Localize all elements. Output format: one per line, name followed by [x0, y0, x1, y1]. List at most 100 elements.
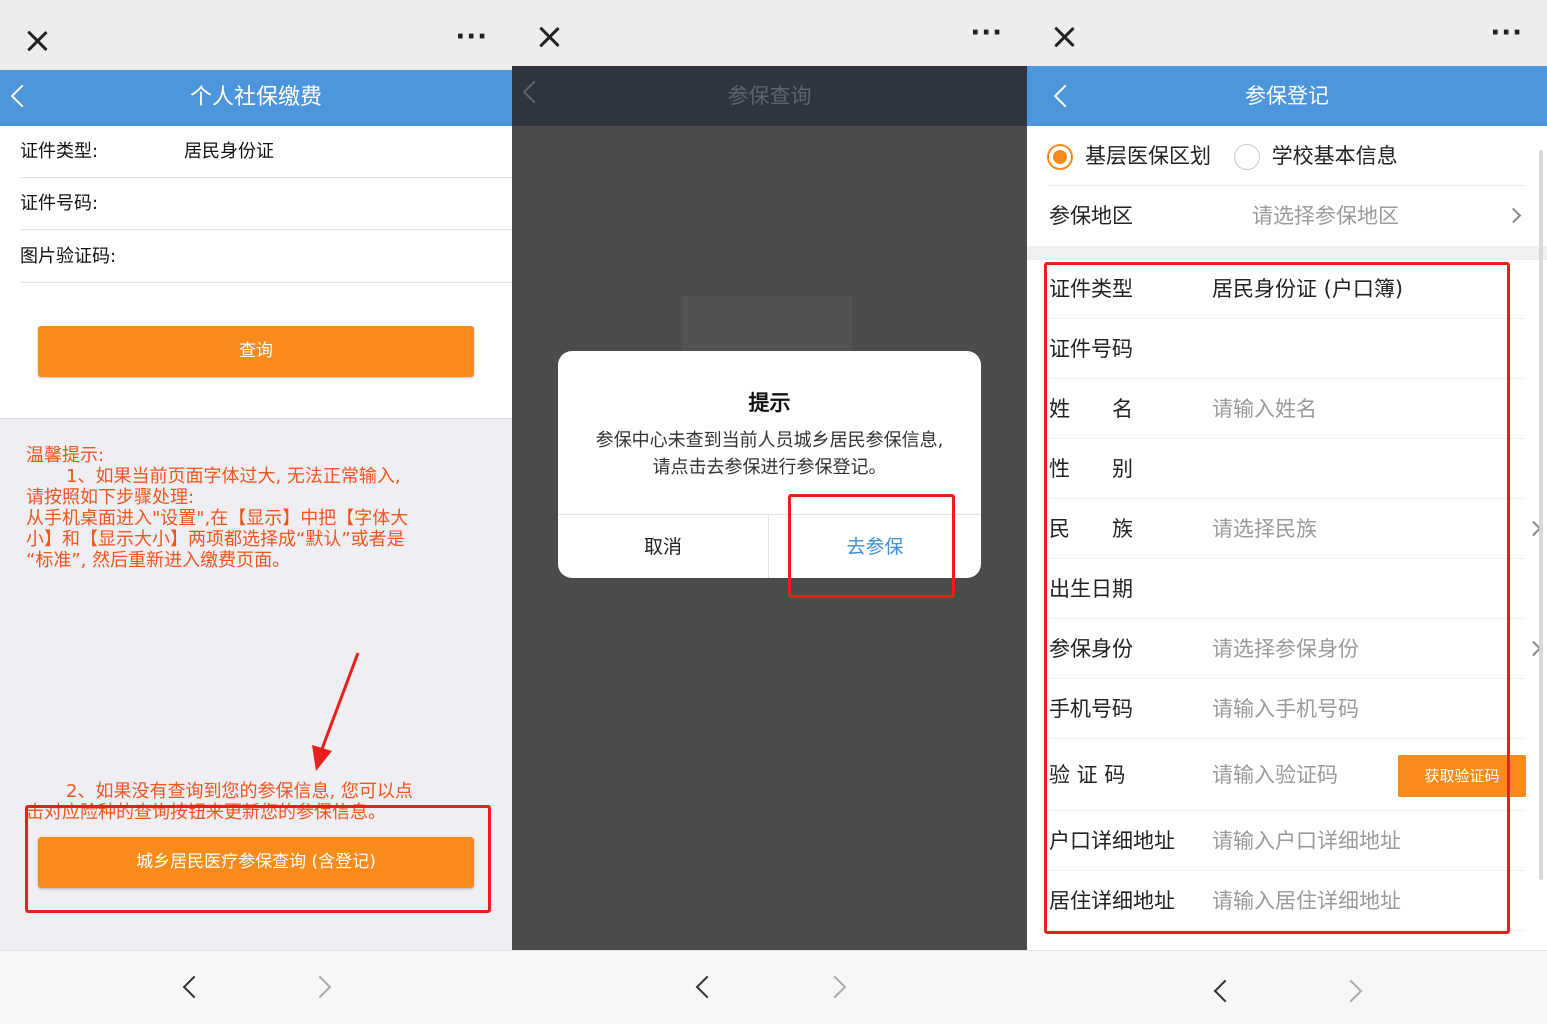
id-type-value[interactable]: 居民身份证 (户口簿) [1212, 259, 1403, 319]
field-birth-date[interactable]: 出生日期 [1049, 559, 1525, 619]
page-title: 参保查询 [727, 84, 812, 108]
identity-select[interactable]: 请选择参保身份 [1212, 619, 1359, 679]
field-label: 证件号码 [1049, 337, 1133, 361]
chevron-left-icon[interactable] [182, 975, 206, 999]
cancel-button[interactable]: 取消 [558, 515, 769, 578]
field-label: 证件类型: [20, 141, 99, 162]
household-address-input[interactable]: 请输入户口详细地址 [1212, 811, 1401, 871]
dialog-message: 参保中心未查到当前人员城乡居民参保信息, 请点击去参保进行参保登记。 [595, 430, 944, 478]
tip-line: 2、如果没有查询到您的参保信息, 您可以点 [66, 781, 413, 802]
chevron-right-icon[interactable] [308, 975, 332, 999]
nav-bar-dimmed: 参保查询 [512, 66, 1027, 126]
page-title: 参保登记 [1245, 84, 1329, 108]
field-phone[interactable]: 手机号码 请输入手机号码 [1049, 679, 1525, 739]
field-captcha[interactable]: 图片验证码: [20, 231, 512, 283]
window-topbar: ··· [1027, 0, 1547, 66]
residence-address-input[interactable]: 请输入居住详细地址 [1212, 871, 1401, 931]
field-id-number[interactable]: 证件号码: [20, 178, 512, 230]
radio-label: 基层医保区划 [1085, 144, 1211, 168]
section-divider [1027, 246, 1547, 260]
field-label: 居住详细地址 [1049, 889, 1175, 913]
page-title: 个人社保缴费 [189, 85, 322, 110]
field-household-address[interactable]: 户口详细地址 请输入户口详细地址 [1049, 811, 1525, 871]
tip-line: 1、如果当前页面字体过大, 无法正常输入, [66, 466, 401, 487]
radio-option-school[interactable]: 学校基本信息 [1233, 144, 1398, 170]
chevron-left-icon [522, 80, 546, 104]
chevron-left-icon[interactable] [1213, 979, 1237, 1003]
tip-line: 从手机桌面进入"设置",在【显示】中把【字体大 [26, 508, 409, 529]
field-label: 民 族 [1049, 517, 1133, 541]
radio-unchecked-icon[interactable] [1233, 144, 1260, 170]
field-label: 验 证 码 [1049, 763, 1126, 787]
field-name[interactable]: 姓 名 请输入姓名 [1049, 379, 1525, 439]
field-label: 证件类型 [1049, 277, 1133, 301]
field-verify-code[interactable]: 验 证 码 请输入验证码 获取验证码 [1049, 739, 1526, 811]
medical-insurance-query-button[interactable]: 城乡居民医疗参保查询 (含登记) [38, 837, 474, 888]
field-label: 性 别 [1049, 457, 1133, 481]
tip-line: 温馨提示: [26, 445, 105, 466]
radio-group: 基层医保区划 学校基本信息 [1047, 126, 1525, 186]
chevron-right-icon[interactable] [1339, 979, 1363, 1003]
close-icon[interactable] [26, 30, 48, 52]
scrollbar[interactable] [1539, 150, 1543, 880]
field-id-number[interactable]: 证件号码 [1049, 319, 1525, 379]
field-label: 证件号码: [20, 193, 99, 214]
tips-area: 温馨提示: 1、如果当前页面字体过大, 无法正常输入, 请按照如下步骤处理: 从… [0, 418, 512, 950]
nav-bar: 参保登记 [1027, 66, 1547, 126]
ethnicity-select[interactable]: 请选择民族 [1212, 499, 1317, 559]
radio-label: 学校基本信息 [1271, 144, 1398, 168]
dialog-buttons: 取消 去参保 [558, 514, 981, 578]
dialog-title: 提示 [748, 391, 791, 415]
browser-bottom-bar [0, 950, 512, 1024]
query-button[interactable]: 查询 [38, 326, 474, 377]
tip-line: 请按照如下步骤处理: [26, 487, 195, 508]
window-topbar: ··· [0, 0, 512, 70]
chevron-left-icon[interactable] [695, 975, 719, 999]
field-label: 户口详细地址 [1049, 829, 1175, 853]
field-region[interactable]: 参保地区 请选择参保地区 [1049, 186, 1525, 246]
tip-line: 小】和【显示大小】两项都选择成“默认”或者是 [26, 529, 405, 550]
field-label: 手机号码 [1049, 697, 1133, 721]
region-select[interactable]: 请选择参保地区 [1252, 186, 1399, 246]
field-ethnicity[interactable]: 民 族 请选择民族 [1049, 499, 1542, 559]
field-residence-address[interactable]: 居住详细地址 请输入居住详细地址 [1049, 871, 1525, 931]
field-label: 参保地区 [1049, 204, 1133, 228]
tips-text-2: 2、如果没有查询到您的参保信息, 您可以点 击对应险种的查询按钮来更新您的参保信… [26, 781, 496, 823]
field-id-type[interactable]: 证件类型: 居民身份证 [20, 126, 512, 178]
field-gender[interactable]: 性 别 [1049, 439, 1525, 499]
arrow-annotation-icon [312, 652, 360, 771]
screenshot-root: ··· 个人社保缴费 证件类型: 居民身份证 证件号码: 图片验证码: 查询 温… [0, 0, 1547, 1024]
tips-text: 温馨提示: 1、如果当前页面字体过大, 无法正常输入, 请按照如下步骤处理: 从… [26, 445, 496, 571]
phone-input[interactable]: 请输入手机号码 [1212, 679, 1359, 739]
close-icon[interactable] [1053, 26, 1075, 48]
field-id-type[interactable]: 证件类型 居民身份证 (户口簿) [1049, 259, 1525, 319]
panel-personal-social-security: ··· 个人社保缴费 证件类型: 居民身份证 证件号码: 图片验证码: 查询 温… [0, 0, 512, 1024]
field-value: 居民身份证 [184, 141, 274, 162]
panel-insurance-query: ··· 参保查询 提示 参保中心未查到当前人员城乡居民参保信息, 请点击去参保进… [512, 0, 1027, 1024]
chevron-right-icon[interactable] [823, 975, 847, 999]
nav-bar: 个人社保缴费 [0, 70, 512, 126]
field-label: 姓 名 [1049, 397, 1133, 421]
field-label: 参保身份 [1049, 637, 1133, 661]
more-icon[interactable]: ··· [455, 24, 488, 50]
tip-line: “标准”, 然后重新进入缴费页面。 [26, 550, 291, 571]
field-insured-identity[interactable]: 参保身份 请选择参保身份 [1049, 619, 1542, 679]
radio-checked-icon[interactable] [1047, 144, 1073, 170]
go-insure-button[interactable]: 去参保 [769, 515, 981, 578]
more-icon[interactable]: ··· [970, 20, 1003, 46]
chevron-right-icon [1505, 207, 1522, 224]
name-input[interactable]: 请输入姓名 [1212, 379, 1317, 439]
verify-code-input[interactable]: 请输入验证码 [1212, 739, 1338, 811]
panel-insurance-registration: ··· 参保登记 基层医保区划 学校基本信息 参保地区 请选择参保地区 证件类型… [1027, 0, 1547, 1024]
field-label: 图片验证码: [20, 246, 117, 267]
browser-bottom-bar [512, 950, 1027, 1024]
tip-line: 击对应险种的查询按钮来更新您的参保信息。 [26, 802, 386, 823]
more-icon[interactable]: ··· [1490, 20, 1523, 46]
field-label: 出生日期 [1049, 577, 1133, 601]
radio-option-district[interactable]: 基层医保区划 [1047, 144, 1211, 170]
window-topbar: ··· [512, 0, 1027, 66]
get-code-button[interactable]: 获取验证码 [1398, 755, 1526, 797]
close-icon[interactable] [538, 26, 560, 48]
browser-bottom-bar [1027, 950, 1547, 1024]
alert-dialog: 提示 参保中心未查到当前人员城乡居民参保信息, 请点击去参保进行参保登记。 取消… [558, 351, 981, 578]
